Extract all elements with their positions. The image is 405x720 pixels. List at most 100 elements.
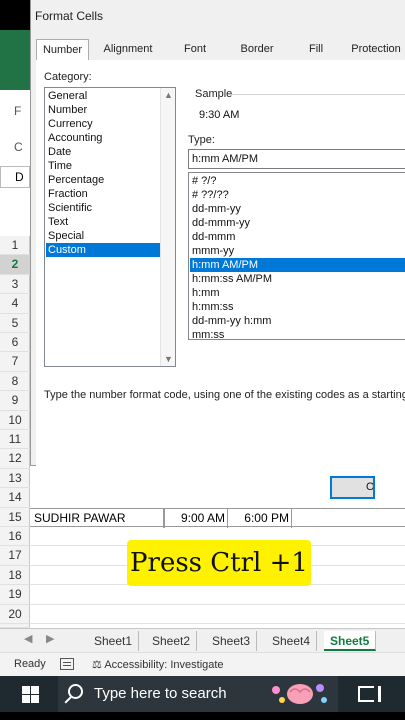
name-box-text: D	[15, 170, 24, 184]
accessibility-icon: ⚖	[92, 659, 102, 671]
row-number[interactable]: 5	[0, 314, 30, 333]
bottom-letterbox	[0, 712, 405, 720]
dialog-title: Format Cells	[35, 9, 104, 23]
category-item[interactable]: Currency	[46, 117, 160, 131]
tab-alignment[interactable]: Alignment	[93, 39, 163, 61]
cell-end-time[interactable]: 6:00 PM	[228, 508, 292, 528]
sheet-tab-3[interactable]: Sheet3	[206, 631, 258, 651]
row-number[interactable]: 3	[0, 275, 30, 295]
format-item[interactable]: # ?/?	[190, 174, 405, 188]
row-number[interactable]: 17	[0, 546, 30, 566]
sheet-tab-1[interactable]: Sheet1	[88, 631, 140, 651]
table-row[interactable]	[30, 605, 405, 624]
cell-name[interactable]: SUDHIR PAWAR	[34, 508, 164, 528]
sample-label: Sample	[195, 88, 233, 100]
row-number[interactable]: 19	[0, 585, 30, 605]
category-item[interactable]: Number	[46, 103, 160, 117]
row-number[interactable]: 10	[0, 411, 30, 430]
category-item[interactable]: Date	[46, 145, 160, 159]
ribbon-fragment-f: F	[14, 104, 22, 118]
category-label: Category:	[44, 71, 92, 83]
type-input[interactable]: h:mm AM/PM	[188, 149, 405, 169]
status-bar: Ready ⚖ Accessibility: Investigate	[0, 652, 405, 676]
excel-title-strip	[0, 30, 30, 90]
format-item[interactable]: dd-mmm	[190, 230, 405, 244]
type-label: Type:	[188, 134, 215, 146]
row-number[interactable]: 12	[0, 449, 30, 469]
table-row[interactable]	[30, 585, 405, 605]
accessibility-text: Accessibility: Investigate	[104, 659, 224, 671]
row-number[interactable]: 20	[0, 605, 30, 624]
tab-font[interactable]: Font	[167, 39, 223, 61]
row-number[interactable]: 14	[0, 488, 30, 508]
ok-button-label: Ok	[366, 481, 375, 493]
category-item[interactable]: General	[46, 89, 160, 103]
row-number[interactable]: 15	[0, 508, 30, 527]
sheet-tab-bar: ◀ ▶ Sheet1 Sheet2 Sheet3 Sheet4 Sheet5	[0, 628, 405, 652]
row-number[interactable]: 9	[0, 391, 30, 411]
row-number[interactable]: 13	[0, 469, 30, 489]
ribbon-fragment-c: C	[14, 140, 23, 154]
format-description: Type the number format code, using one o…	[44, 389, 405, 401]
sample-value: 9:30 AM	[199, 109, 240, 121]
row-number[interactable]: 1	[0, 236, 30, 256]
task-view-icon[interactable]	[358, 686, 381, 702]
category-item[interactable]: Text	[46, 215, 160, 229]
tab-protection[interactable]: Protection	[345, 39, 405, 61]
tab-fill[interactable]: Fill	[291, 39, 341, 61]
sheet-tab-2[interactable]: Sheet2	[146, 631, 198, 651]
format-item[interactable]: h:mm	[190, 286, 405, 300]
row-number[interactable]: 8	[0, 372, 30, 392]
search-icon	[68, 684, 83, 699]
next-sheet-icon[interactable]: ▶	[46, 632, 54, 645]
format-item[interactable]: # ??/??	[190, 188, 405, 202]
accessibility-status[interactable]: ⚖ Accessibility: Investigate	[92, 658, 224, 671]
row-number[interactable]: 6	[0, 333, 30, 353]
name-box[interactable]: D	[0, 166, 30, 188]
prev-sheet-icon[interactable]: ◀	[24, 632, 32, 645]
macro-record-icon[interactable]	[60, 658, 74, 670]
windows-taskbar: Type here to search	[0, 676, 405, 712]
scroll-up-icon[interactable]: ▲	[164, 90, 173, 100]
sheet-tab-4[interactable]: Sheet4	[266, 631, 318, 651]
format-item[interactable]: mm:ss	[190, 328, 405, 339]
sheet-tab-5-active[interactable]: Sheet5	[324, 631, 377, 651]
format-item[interactable]: mmm-yy	[190, 244, 405, 258]
row-number[interactable]: 11	[0, 430, 30, 450]
category-item[interactable]: Fraction	[46, 187, 160, 201]
table-row[interactable]: SUDHIR PAWAR 9:00 AM 6:00 PM	[30, 507, 405, 528]
shortcut-caption: Press Ctrl +1	[127, 540, 311, 586]
row-number[interactable]: 18	[0, 566, 30, 586]
category-list[interactable]: General Number Currency Accounting Date …	[44, 87, 176, 367]
row-number[interactable]: 7	[0, 352, 30, 372]
windows-start-icon[interactable]	[22, 686, 39, 703]
category-item[interactable]: Accounting	[46, 131, 160, 145]
sample-divider	[231, 94, 405, 95]
category-item-selected[interactable]: Custom	[46, 243, 160, 257]
row-number-selected[interactable]: 2	[0, 255, 30, 275]
category-item[interactable]: Percentage	[46, 173, 160, 187]
tab-border[interactable]: Border	[227, 39, 287, 61]
cell-start-time[interactable]: 9:00 AM	[164, 508, 228, 528]
format-item[interactable]: dd-mm-yy	[190, 202, 405, 216]
category-item[interactable]: Scientific	[46, 201, 160, 215]
category-item[interactable]: Time	[46, 159, 160, 173]
ok-button[interactable]: Ok	[330, 476, 375, 499]
format-cells-dialog: Format Cells Number Alignment Font Borde…	[30, 0, 405, 466]
format-item[interactable]: h:mm:ss	[190, 300, 405, 314]
row-number[interactable]: 4	[0, 294, 30, 314]
scroll-down-icon[interactable]: ▼	[164, 354, 173, 364]
category-item[interactable]: Special	[46, 229, 160, 243]
format-item[interactable]: dd-mmm-yy	[190, 216, 405, 230]
row-number[interactable]: 16	[0, 527, 30, 547]
search-highlight-brain-icon	[272, 684, 327, 704]
tab-number[interactable]: Number	[36, 39, 89, 61]
format-item-selected[interactable]: h:mm AM/PM	[190, 258, 405, 272]
status-ready: Ready	[14, 658, 46, 670]
row-header-column: 1 2 3 4 5 6 7 8 9 10 11 12 13 14 15 16 1…	[0, 236, 30, 628]
format-item[interactable]: h:mm:ss AM/PM	[190, 272, 405, 286]
search-placeholder: Type here to search	[94, 685, 227, 702]
category-scrollbar[interactable]: ▲ ▼	[160, 88, 175, 366]
format-code-list[interactable]: # ?/? # ??/?? dd-mm-yy dd-mmm-yy dd-mmm …	[188, 172, 405, 340]
format-item[interactable]: dd-mm-yy h:mm	[190, 314, 405, 328]
